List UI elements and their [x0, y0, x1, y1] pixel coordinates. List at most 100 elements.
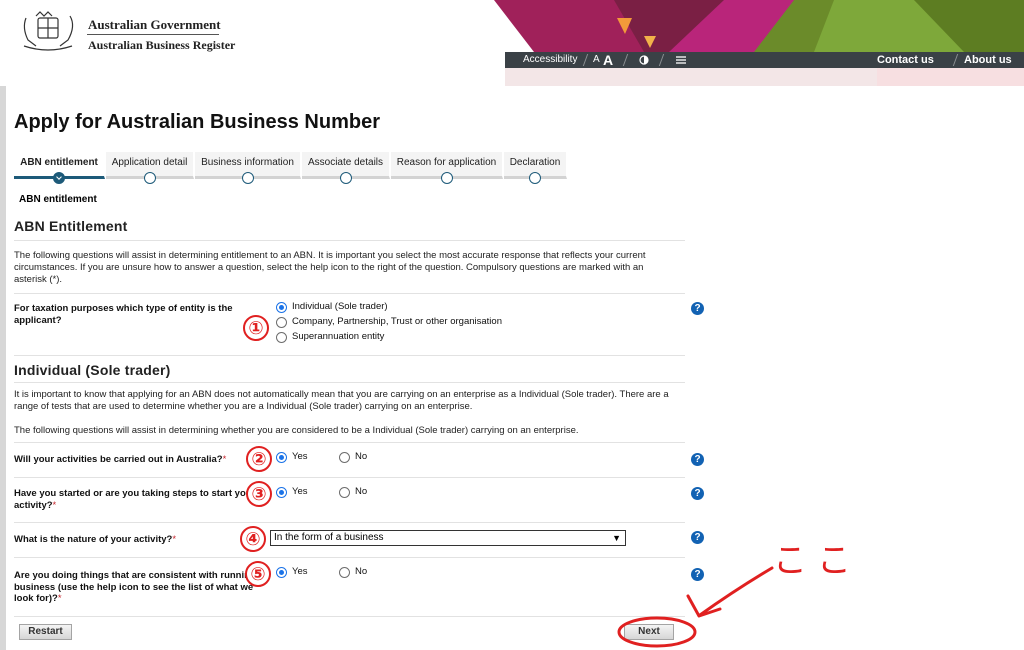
nature-question: What is the nature of your activity?* [14, 534, 176, 546]
divider [14, 616, 685, 617]
toolbar-separator [952, 54, 959, 66]
agency-name: Australian Business Register [88, 38, 236, 52]
site-header: Australian Government Australian Busines… [0, 0, 1024, 86]
pointer-arrow-shaft [698, 566, 774, 617]
sole-trader-info: It is important to know that applying fo… [14, 389, 669, 412]
question-text: What is the nature of your activity? [14, 534, 173, 545]
restart-button[interactable]: Restart [19, 624, 72, 640]
step-label: Reason for application [396, 157, 497, 168]
help-icon[interactable]: ? [691, 302, 704, 315]
accessibility-link[interactable]: Accessibility [523, 52, 577, 68]
entity-type-question: For taxation purposes which type of enti… [14, 303, 233, 326]
step-label: Application detail [111, 157, 188, 168]
about-us-link[interactable]: About us [964, 52, 1012, 68]
consistent-no-radio[interactable] [339, 567, 350, 578]
consistent-question: Are you doing things that are consistent… [14, 570, 272, 605]
annotation-marker-3: ③ [246, 481, 272, 507]
menu-icon[interactable] [675, 52, 687, 68]
started-yes-radio[interactable] [276, 487, 287, 498]
australia-question: Will your activities be carried out in A… [14, 454, 226, 466]
step-associate-details[interactable]: Associate details [302, 152, 390, 184]
entity-company-radio[interactable] [276, 317, 287, 328]
divider [14, 240, 685, 241]
divider [14, 557, 685, 558]
chevron-down-icon: ▼ [612, 533, 621, 543]
required-marker: * [52, 499, 57, 511]
page-left-edge [0, 0, 6, 650]
step-abn-entitlement[interactable]: ABN entitlement [14, 152, 105, 184]
step-label: ABN entitlement [20, 157, 98, 168]
required-marker: * [222, 454, 227, 465]
intro-text: The following questions will assist in d… [14, 250, 646, 285]
question-text: Are you doing things that are consistent… [14, 570, 264, 604]
question-text: Will your activities be carried out in A… [14, 454, 223, 465]
divider [14, 442, 685, 443]
no-label: No [355, 451, 368, 462]
annotation-marker-1: ① [243, 315, 269, 341]
step-pending-icon [241, 172, 254, 184]
annotation-marker-5: ⑤ [245, 561, 271, 587]
yes-label: Yes [292, 451, 308, 462]
step-pending-icon [143, 172, 156, 184]
step-label: Business information [201, 157, 294, 168]
next-button[interactable]: Next [624, 624, 674, 640]
sole-trader-guidance: The following questions will assist in d… [14, 425, 579, 436]
divider [14, 477, 685, 478]
consistent-yes-radio[interactable] [276, 567, 287, 578]
question-text: Have you started or are you taking steps… [14, 488, 256, 511]
header-band-accent [877, 68, 1024, 86]
section-heading-sole-trader: Individual (Sole trader) [14, 362, 171, 378]
yes-label: Yes [292, 566, 308, 577]
annotation-note: ここ [773, 541, 861, 581]
government-name: Australian Government [88, 17, 221, 32]
utility-toolbar: Accessibility A A Contact us About us [505, 52, 1024, 68]
help-icon[interactable]: ? [691, 487, 704, 500]
entity-option-label: Company, Partnership, Trust or other org… [292, 316, 502, 327]
contact-us-link[interactable]: Contact us [877, 52, 934, 68]
step-current-icon [53, 172, 65, 184]
step-label: Declaration [509, 157, 561, 168]
step-reason-for-application[interactable]: Reason for application [391, 152, 503, 184]
annotation-marker-4: ④ [240, 526, 266, 552]
text-size-large-button[interactable]: A [603, 52, 613, 68]
contrast-icon[interactable] [639, 52, 649, 68]
divider [14, 293, 685, 294]
entity-option-label: Superannuation entity [292, 331, 385, 342]
australia-no-radio[interactable] [339, 452, 350, 463]
help-icon[interactable]: ? [691, 453, 704, 466]
started-question: Have you started or are you taking steps… [14, 488, 264, 511]
entity-super-radio[interactable] [276, 332, 287, 343]
step-pending-icon [440, 172, 453, 184]
section-heading-abn-entitlement: ABN Entitlement [14, 218, 128, 234]
started-no-radio[interactable] [339, 487, 350, 498]
page-title: Apply for Australian Business Number [14, 111, 380, 133]
text-size-small-button[interactable]: A [593, 52, 600, 68]
no-label: No [355, 486, 368, 497]
step-application-detail[interactable]: Application detail [106, 152, 194, 184]
nature-select[interactable]: In the form of a business ▼ [270, 530, 626, 546]
toolbar-separator [582, 54, 589, 66]
coat-of-arms-logo [23, 11, 74, 51]
pointer-arrow-head [686, 594, 722, 618]
step-pending-icon [339, 172, 352, 184]
required-marker: * [57, 593, 62, 604]
entity-individual-radio[interactable] [276, 302, 287, 313]
nature-select-value: In the form of a business [274, 532, 384, 543]
current-step-label: ABN entitlement [19, 194, 97, 205]
help-icon[interactable]: ? [691, 531, 704, 544]
step-declaration[interactable]: Declaration [504, 152, 567, 184]
divider [14, 522, 685, 523]
decorative-banner [494, 0, 1024, 52]
australia-yes-radio[interactable] [276, 452, 287, 463]
annotation-marker-2: ② [246, 446, 272, 472]
step-pending-icon [529, 172, 541, 184]
help-icon[interactable]: ? [691, 568, 704, 581]
no-label: No [355, 566, 368, 577]
required-marker: * [172, 534, 177, 545]
divider [14, 382, 685, 383]
step-label: Associate details [307, 157, 384, 168]
yes-label: Yes [292, 486, 308, 497]
toolbar-separator [658, 54, 665, 66]
entity-option-label: Individual (Sole trader) [292, 301, 388, 312]
step-business-information[interactable]: Business information [195, 152, 301, 184]
